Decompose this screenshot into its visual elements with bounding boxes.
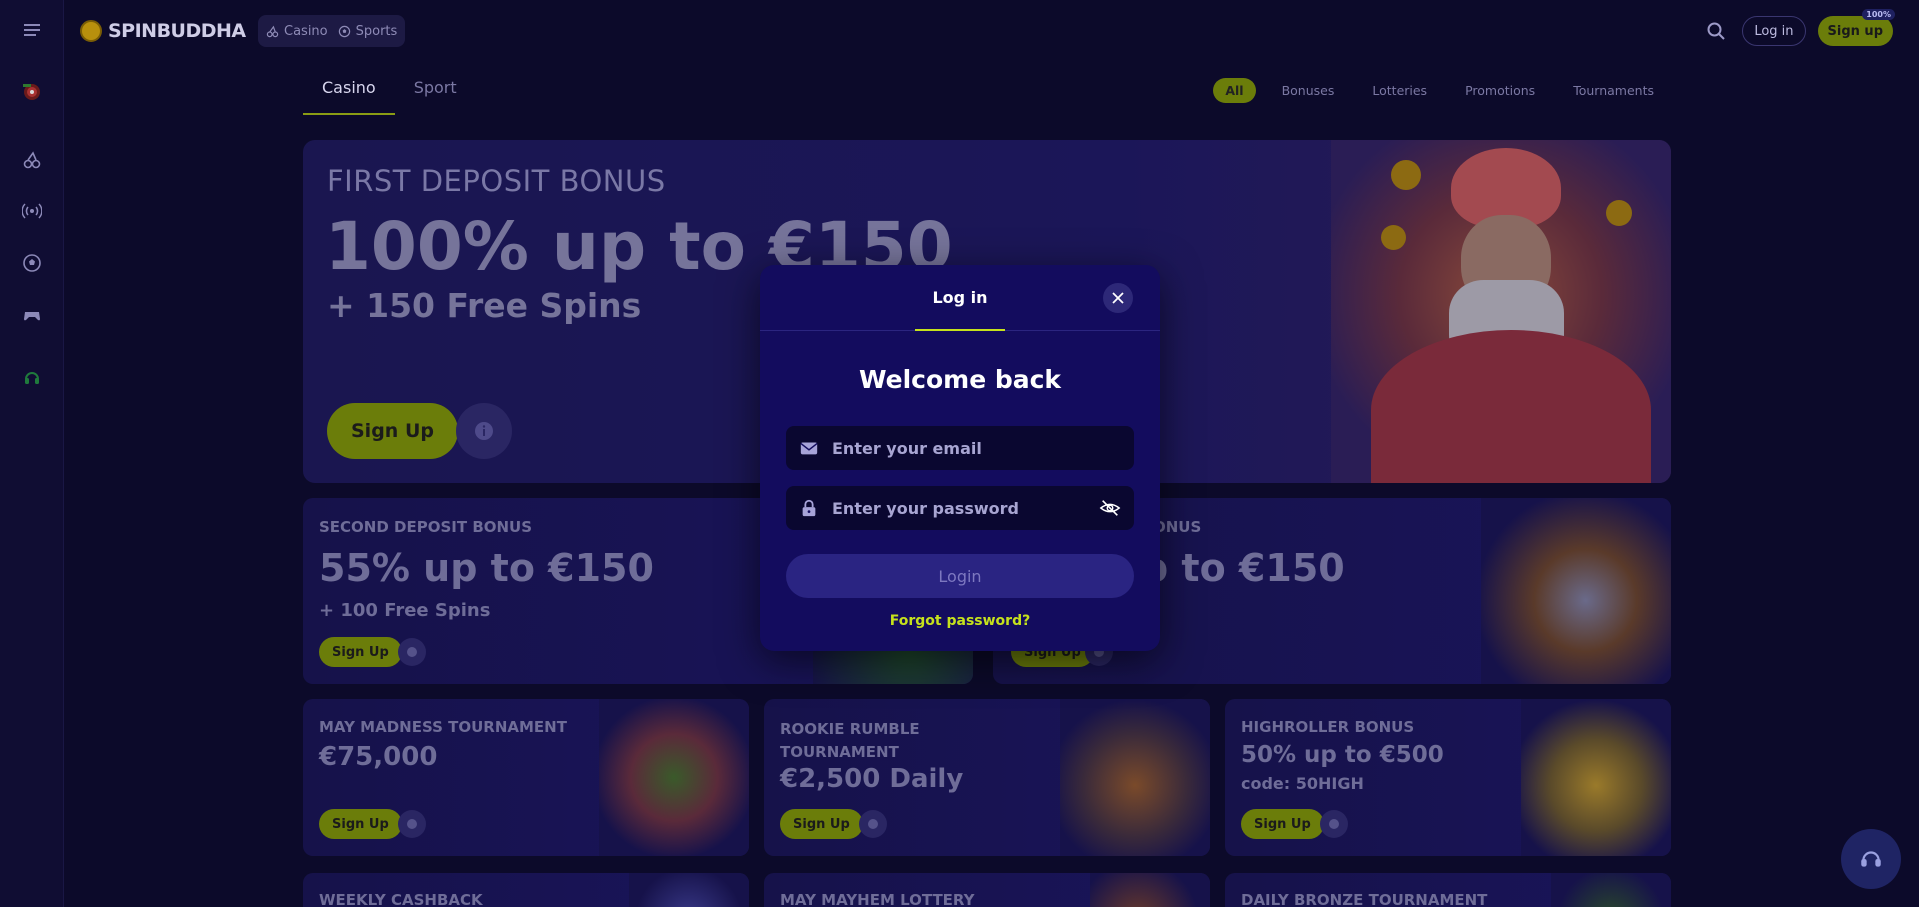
welcome-heading: Welcome back	[858, 365, 1062, 394]
tab-login[interactable]: Log in	[915, 265, 1005, 331]
login-submit-button[interactable]: Login	[786, 554, 1134, 598]
password-input[interactable]	[832, 498, 1086, 518]
email-input[interactable]	[832, 438, 1122, 458]
support-chat-button[interactable]	[1841, 829, 1901, 889]
forgot-password-link[interactable]: Forgot password?	[760, 613, 1160, 629]
eye-off-icon[interactable]	[1098, 496, 1122, 520]
headset-icon	[1861, 851, 1881, 867]
password-field-wrapper	[786, 486, 1134, 530]
mail-icon	[798, 437, 820, 459]
close-icon[interactable]	[1103, 283, 1133, 313]
login-modal: Log in Welcome back Login Forgot passwor…	[760, 265, 1160, 651]
email-field-wrapper	[786, 426, 1134, 470]
modal-header: Log in	[760, 265, 1160, 331]
lock-icon	[798, 497, 820, 519]
